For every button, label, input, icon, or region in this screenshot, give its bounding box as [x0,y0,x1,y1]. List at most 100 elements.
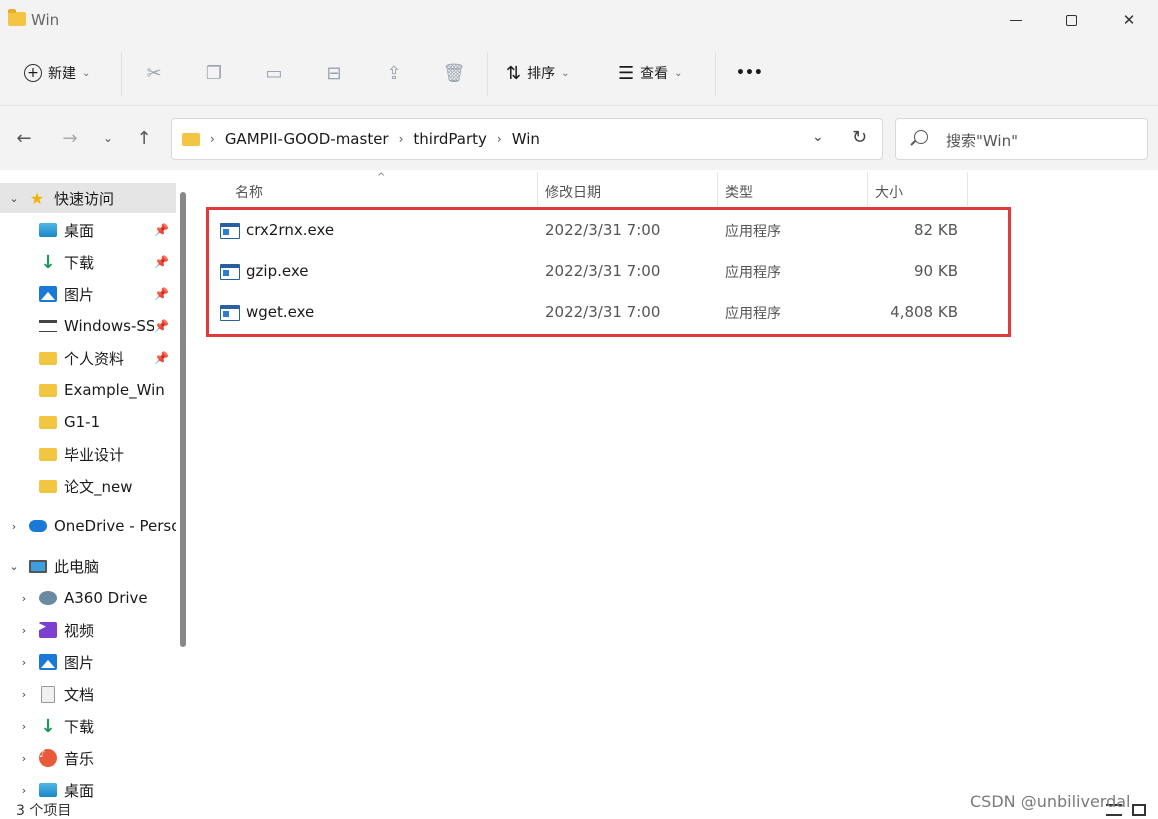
toolbar-divider [487,52,488,96]
minimize-button[interactable] [994,5,1038,35]
delete-icon[interactable]: 🗑 [443,62,466,84]
breadcrumb-item[interactable]: Win [512,130,540,148]
close-button[interactable]: ✕ [1107,5,1151,35]
sidebar-item-label: 下载 [64,717,95,736]
desktop-icon [39,782,57,798]
chevron-right-icon[interactable]: › [18,592,30,605]
breadcrumb: › GAMPII-GOOD-master › thirdParty › Win [210,130,540,148]
chevron-right-icon[interactable]: › [8,520,20,533]
back-button[interactable]: ← [12,126,36,150]
pin-icon: 📌 [154,351,169,365]
forward-button[interactable]: → [58,126,82,150]
new-label: 新建 [48,66,76,82]
table-row[interactable]: wget.exe 2022/3/31 7:00 应用程序 4,808 KB [210,293,990,331]
more-options-button[interactable]: ••• [736,56,763,90]
star-icon: ★ [29,188,45,208]
column-divider[interactable] [867,172,868,206]
file-type: 应用程序 [725,224,781,240]
view-icon: ☰ [618,62,635,84]
column-divider[interactable] [967,172,968,206]
tiles-view-icon[interactable] [1132,804,1146,816]
address-bar[interactable]: › GAMPII-GOOD-master › thirdParty › Win … [171,118,883,160]
pin-icon: 📌 [154,319,169,333]
view-button[interactable]: ☰ 查看 ⌄ [618,56,683,90]
sidebar-item-thesis-new[interactable]: 论文_new [0,471,176,501]
file-type: 应用程序 [725,306,781,322]
sidebar-item-label: 毕业设计 [64,445,125,464]
chevron-right-icon[interactable]: › [18,656,30,669]
sort-label: 排序 [527,66,556,82]
chevron-down-icon[interactable]: ⌄ [8,560,20,573]
new-button[interactable]: + 新建 ⌄ [24,56,90,90]
sidebar-item-a360-drive[interactable]: › A360 Drive [0,583,176,613]
download-icon: ↓ [40,715,56,737]
toolbar-divider [715,52,716,96]
cut-icon[interactable]: ✂ [143,62,165,84]
sidebar-item-label: Example_Win [64,381,165,399]
table-row[interactable]: crx2rnx.exe 2022/3/31 7:00 应用程序 82 KB [210,211,990,249]
sidebar-item-quick-access[interactable]: ⌄ ★ 快速访问 [0,183,176,213]
sidebar-item-personal[interactable]: 个人资料 📌 [0,343,176,373]
sidebar-item-graduation[interactable]: 毕业设计 [0,439,176,469]
sidebar-item-label: 文档 [64,685,95,704]
navigation-pane: ⌄ ★ 快速访问 桌面 📌 ↓ 下载 📌 图片 📌 Windows-SS 📌 个… [0,170,190,798]
folder-icon [39,350,57,366]
sidebar-item-music[interactable]: › ♪ 音乐 [0,743,176,773]
search-placeholder: 搜索"Win" [946,132,1018,150]
paste-icon[interactable]: ▭ [263,62,285,84]
sidebar-scrollbar-thumb[interactable] [180,192,186,647]
chevron-right-icon[interactable]: › [18,752,30,765]
column-header-size[interactable]: 大小 [875,178,903,206]
sidebar-item-g1-1[interactable]: G1-1 [0,407,176,437]
file-modified: 2022/3/31 7:00 [545,221,661,239]
sidebar-item-label: A360 Drive [64,589,148,607]
folder-icon [39,414,57,430]
sidebar-item-documents[interactable]: › 文档 [0,679,176,709]
copy-icon[interactable]: ❐ [203,62,225,84]
terminal-icon [39,318,57,334]
sidebar-item-label: 图片 [64,285,95,304]
download-icon: ↓ [40,251,56,273]
rename-icon[interactable]: ⊟ [323,62,345,84]
column-header-type[interactable]: 类型 [725,178,753,206]
file-size: 4,808 KB [890,303,958,321]
chevron-right-icon[interactable]: › [18,688,30,701]
chevron-right-icon[interactable]: › [18,720,30,733]
sidebar-item-windows-ss[interactable]: Windows-SS 📌 [0,311,176,341]
search-box[interactable]: 搜索"Win" [895,118,1148,160]
table-row[interactable]: gzip.exe 2022/3/31 7:00 应用程序 90 KB [210,252,990,290]
chevron-right-icon[interactable]: › [18,784,30,797]
sidebar-item-videos[interactable]: › ▶ 视频 [0,615,176,645]
sidebar-item-pictures-pc[interactable]: › 图片 [0,647,176,677]
sidebar-item-downloads[interactable]: ↓ 下载 📌 [0,247,176,277]
chevron-down-icon: ⌄ [82,67,91,79]
column-divider[interactable] [537,172,538,206]
chevron-down-icon[interactable]: ⌄ [8,192,20,205]
up-button[interactable]: ↑ [132,126,156,150]
recent-locations-button[interactable]: ⌄ [96,126,120,150]
maximize-button[interactable] [1049,5,1093,35]
column-divider[interactable] [717,172,718,206]
sidebar-item-desktop[interactable]: 桌面 📌 [0,215,176,245]
column-header-modified[interactable]: 修改日期 [545,178,601,206]
breadcrumb-item[interactable]: thirdParty [413,130,486,148]
refresh-icon[interactable]: ↻ [852,127,867,148]
chevron-down-icon: ⌄ [561,67,570,79]
sidebar-item-downloads-pc[interactable]: › ↓ 下载 [0,711,176,741]
address-history-chevron-icon[interactable]: ⌄ [812,129,824,145]
breadcrumb-item[interactable]: GAMPII-GOOD-master [225,130,389,148]
sidebar-item-example-win[interactable]: Example_Win [0,375,176,405]
sidebar-item-desktop-pc[interactable]: › 桌面 [0,775,176,799]
sidebar-item-pictures[interactable]: 图片 📌 [0,279,176,309]
sidebar-item-this-pc[interactable]: ⌄ 此电脑 [0,551,176,581]
sidebar-item-onedrive[interactable]: › OneDrive - Perso [0,511,176,541]
sort-button[interactable]: ⇅ 排序 ⌄ [506,56,569,90]
file-name: wget.exe [246,303,315,321]
share-icon[interactable]: ⇪ [383,62,405,84]
folder-icon [39,478,57,494]
chevron-right-icon: › [496,132,502,146]
column-header-name[interactable]: 名称 [235,178,263,206]
sidebar-item-label: 图片 [64,653,95,672]
chevron-right-icon[interactable]: › [18,624,30,637]
onedrive-icon [29,518,47,534]
